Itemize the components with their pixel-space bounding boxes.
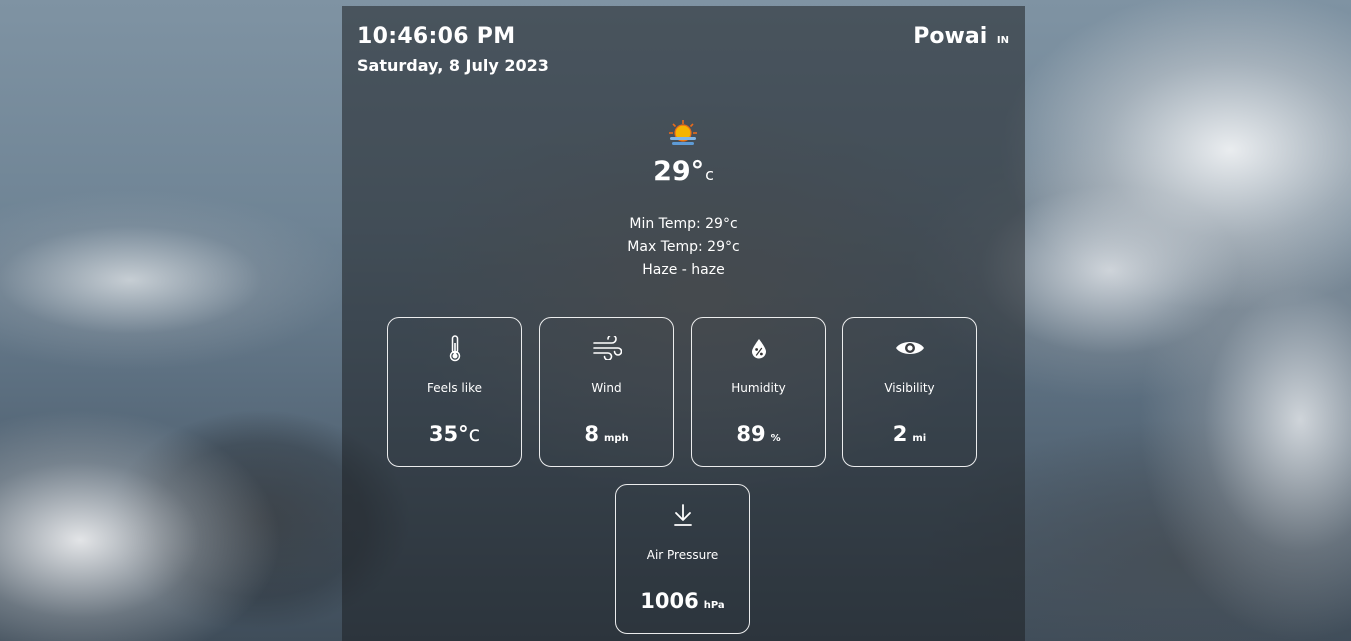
visibility-unit: mi [912,433,927,444]
thermometer-icon [388,334,521,362]
humidity-label: Humidity [731,381,786,395]
feels-like-number: 35° [428,422,469,446]
feels-like-card: Feels like 35°c [387,317,522,467]
air-pressure-label: Air Pressure [646,548,719,562]
air-pressure-value: 1006 hPa [616,589,749,613]
weather-description: Haze - haze [642,262,725,278]
temperature-value: 29° [653,156,705,187]
sun-behind-haze-icon [667,119,699,147]
visibility-value: 2 mi [843,422,976,446]
country-code: IN [996,35,1009,46]
air-pressure-unit: hPa [703,600,725,611]
humidity-number: 89 [736,422,766,446]
humidity-unit: % [770,433,781,444]
max-temp: Max Temp: 29°c [627,239,740,255]
visibility-card: Visibility 2 mi [842,317,977,467]
arrow-down-icon [616,501,749,529]
wind-icon [540,334,673,362]
wind-unit: mph [603,433,629,444]
location: Powai IN [913,24,1009,49]
weather-panel: 10:46:06 PM Saturday, 8 July 2023 Powai … [342,6,1025,641]
visibility-label: Visibility [884,381,935,395]
city-name: Powai [913,24,988,49]
min-temp: Min Temp: 29°c [629,216,738,232]
temperature-unit: c [705,165,714,184]
wind-number: 8 [584,422,599,446]
humidity-drop-icon [692,334,825,362]
humidity-card: Humidity 89% [691,317,826,467]
visibility-number: 2 [892,422,908,446]
air-pressure-card: Air Pressure 1006 hPa [615,484,750,634]
humidity-value: 89% [692,422,825,446]
current-temperature: 29°c [342,156,1025,187]
feels-like-unit: c [468,422,481,446]
temperature-details: Min Temp: 29°c Max Temp: 29°c Haze - haz… [342,213,1025,282]
feels-like-label: Feels like [427,381,482,395]
wind-value: 8 mph [540,422,673,446]
eye-icon [843,334,976,362]
air-pressure-number: 1006 [640,589,699,613]
current-date: Saturday, 8 July 2023 [357,56,549,75]
wind-label: Wind [591,381,622,395]
wind-card: Wind 8 mph [539,317,674,467]
feels-like-value: 35°c [388,422,521,446]
current-time: 10:46:06 PM [357,24,516,49]
